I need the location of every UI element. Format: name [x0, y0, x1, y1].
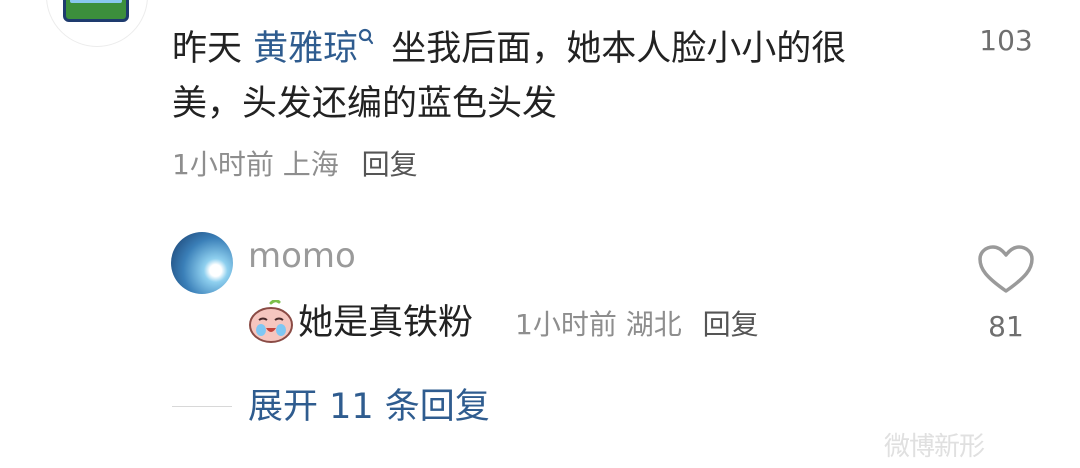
expand-replies-link[interactable]: 展开 11 条回复 — [248, 384, 490, 430]
heart-icon — [956, 0, 1056, 20]
reply-button[interactable]: 回复 — [362, 148, 418, 181]
reply-like-button[interactable] — [976, 244, 1036, 296]
comment-meta: 1小时前 上海 回复 — [172, 144, 418, 186]
mention-name: 黄雅琼 — [253, 29, 359, 69]
divider-line — [172, 406, 232, 407]
crying-face-icon — [249, 300, 293, 343]
reply-time: 1小时前 — [515, 308, 617, 341]
commenter-avatar[interactable] — [46, 0, 148, 47]
like-count: 103 — [979, 24, 1033, 57]
reply-avatar[interactable] — [171, 232, 233, 294]
avatar-image — [63, 0, 129, 22]
comment-time: 1小时前 — [172, 148, 274, 181]
comment-location: 上海 — [282, 148, 339, 181]
search-icon — [359, 28, 374, 45]
comment-text-part: 昨天 — [172, 29, 254, 69]
reply-meta: 1小时前 湖北 回复 — [515, 304, 759, 346]
watermark: 微博新形 — [884, 432, 985, 462]
reply-like-count: 81 — [988, 310, 1024, 343]
comment-text: 昨天 黄雅琼 坐我后面，她本人脸小小的很美，头发还编的蓝色头发 — [172, 22, 912, 132]
heart-icon — [978, 245, 1034, 293]
reply-username[interactable]: momo — [248, 236, 356, 276]
reply-reply-button[interactable]: 回复 — [703, 308, 759, 341]
like-button[interactable] — [956, 0, 1056, 20]
user-mention-link[interactable]: 黄雅琼 — [253, 28, 380, 69]
reply-text: 她是真铁粉 — [298, 303, 474, 343]
reply-location: 湖北 — [625, 308, 682, 341]
